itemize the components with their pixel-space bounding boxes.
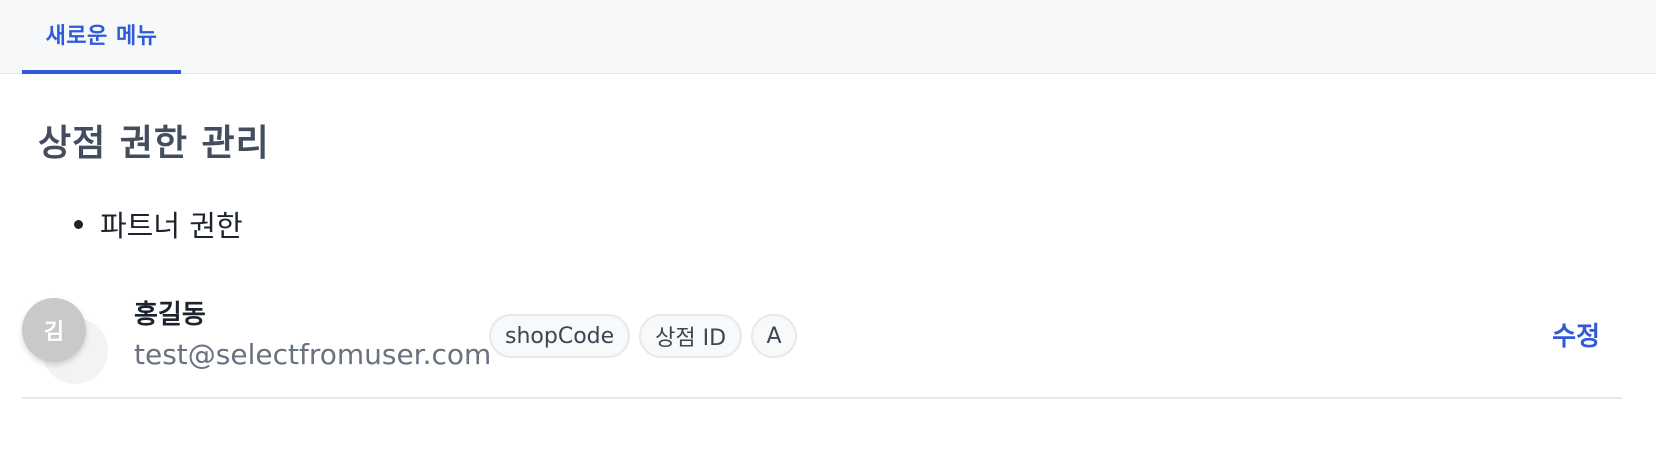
tag-group: shopCode 상점 ID A	[489, 314, 798, 358]
tag-a: A	[751, 314, 798, 358]
tab-label: 새로운 메뉴	[45, 24, 158, 49]
user-email: test@selectfromuser.com	[134, 338, 492, 371]
list-item: 파트너 권한	[74, 203, 243, 245]
bullet-icon	[74, 219, 83, 229]
page-title: 상점 권한 관리	[38, 123, 270, 164]
user-row: 김 홍길동 test@selectfromuser.com shopCode 상…	[22, 282, 1622, 399]
tag-shop-code: shopCode	[489, 314, 631, 358]
tag-shop-id: 상점 ID	[639, 314, 743, 358]
tab-new-menu[interactable]: 새로운 메뉴	[22, 0, 181, 74]
tab-bar: 새로운 메뉴	[0, 0, 1656, 74]
avatar: 김	[22, 298, 86, 362]
permission-list: 파트너 권한	[74, 203, 243, 245]
user-name: 홍길동	[134, 300, 206, 330]
list-item-label: 파트너 권한	[100, 209, 243, 243]
edit-button[interactable]: 수정	[1552, 316, 1600, 353]
